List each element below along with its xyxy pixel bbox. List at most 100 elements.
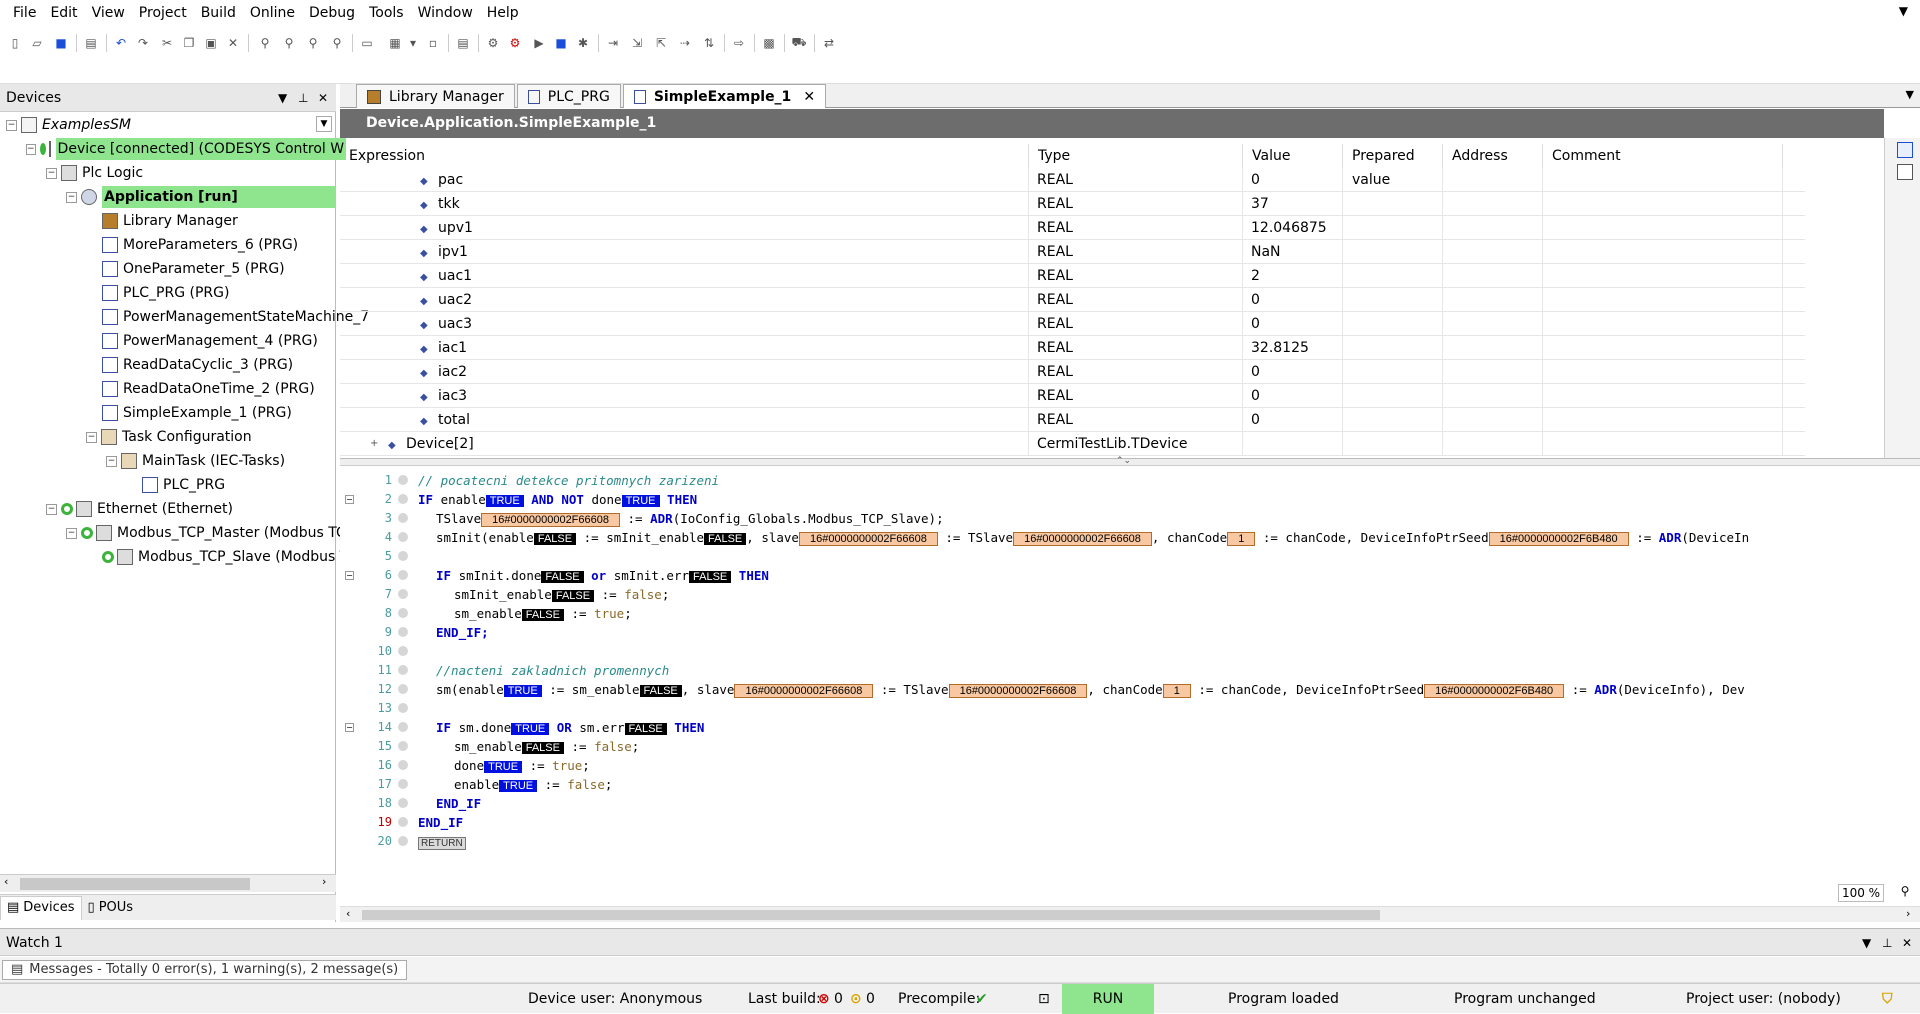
code-line[interactable]: sm_enable FALSE := true; [454,604,632,623]
collapse-icon[interactable]: − [46,167,57,179]
cart-icon[interactable]: ⛟ [790,34,808,52]
find-icon[interactable]: ⚲ [256,34,274,52]
table-row[interactable]: ◆ iac2 REAL 0 [340,360,1805,384]
menu-debug[interactable]: Debug [302,0,362,26]
collapse-icon[interactable]: − [66,527,77,539]
online-value-badge[interactable]: TRUE [511,723,550,735]
error-count[interactable]: 0 [834,984,843,1014]
build-icon[interactable]: ▤ [454,34,472,52]
menu-window[interactable]: Window [411,0,480,26]
close-tab-icon[interactable]: ✕ [803,86,815,108]
breakpoint-marker-icon[interactable] [398,532,408,542]
menu-project[interactable]: Project [132,0,194,26]
prepared-value-cell[interactable] [1343,216,1443,240]
table-row[interactable]: ◆ uac2 REAL 0 [340,288,1805,312]
prepared-value-cell[interactable] [1343,312,1443,336]
menu-build[interactable]: Build [194,0,243,26]
collapse-icon[interactable]: − [26,143,36,155]
menu-edit[interactable]: Edit [43,0,84,26]
col-comment[interactable]: Comment [1543,144,1783,168]
open-folder-icon[interactable]: ▱ [28,34,46,52]
breakpoint-marker-icon[interactable] [398,513,408,523]
scrollbar-thumb[interactable] [20,878,250,890]
tree-item-application[interactable]: − Application [run] [66,186,336,208]
new-file-icon[interactable]: ▯ [6,34,24,52]
scroll-right-icon[interactable]: › [322,875,326,888]
prepared-value-cell[interactable] [1343,432,1443,456]
online-value-badge[interactable]: 16#0000000002F6B480 [1424,684,1565,698]
panel-menu-icon[interactable]: ▼ [1862,929,1871,957]
cut-icon[interactable]: ✂ [158,34,176,52]
tabs-dropdown-icon[interactable]: ▼ [1906,88,1914,101]
tree-item-plc-logic[interactable]: − Plc Logic [46,162,143,184]
table-row[interactable]: ◆ iac1 REAL 32.8125 [340,336,1805,360]
tree-item-modbus-master[interactable]: − Modbus_TCP_Master (Modbus TCP [66,522,354,544]
start-icon[interactable]: ▶ [530,34,548,52]
table-row[interactable]: ◆ upv1 REAL 12.046875 [340,216,1805,240]
online-value-badge[interactable]: 16#0000000002F6B480 [1488,532,1629,546]
breakpoint-marker-icon[interactable] [398,741,408,751]
online-value-badge[interactable]: TRUE [484,761,523,773]
export-icon[interactable]: ▫ [424,34,442,52]
code-editor[interactable]: 1 2−3 4 5 6−7 8 9 10 11 12 13 14−15 16 17 18 19 20 // po… [340,466,1920,906]
force-values-icon[interactable]: ▩ [760,34,778,52]
code-line[interactable]: TSlave 16#0000000002F66608 := ADR(IoConfi… [436,509,944,528]
breakpoint-marker-icon[interactable] [398,798,408,808]
collapse-icon[interactable]: − [106,455,117,467]
scroll-left-icon[interactable]: ‹ [346,907,350,920]
online-value-badge[interactable]: TRUE [485,495,524,507]
replace-icon[interactable]: ⚲ [280,34,298,52]
code-line[interactable]: RETURN [418,832,466,851]
tree-item-pou[interactable]: ReadDataCyclic_3 (PRG) [102,354,293,376]
prepared-value-cell[interactable] [1343,240,1443,264]
code-line[interactable]: enable TRUE := false; [454,775,612,794]
collapse-icon[interactable]: − [66,191,77,203]
new-object-icon[interactable]: ▦ [386,34,404,52]
fold-icon[interactable]: − [345,571,354,580]
prepared-value-cell[interactable] [1343,192,1443,216]
tree-item-pou[interactable]: PLC_PRG (PRG) [102,282,229,304]
redo-icon[interactable]: ↷ [134,34,152,52]
breakpoint-marker-icon[interactable] [398,570,408,580]
online-value-badge[interactable]: FALSE [541,571,584,583]
breakpoint-marker-icon[interactable] [398,722,408,732]
tab-simpleexample[interactable]: SimpleExample_1 ✕ [622,84,827,108]
online-value-badge[interactable]: 1 [1162,684,1191,698]
code-horizontal-scrollbar[interactable]: ‹ › [340,906,1920,922]
menu-view[interactable]: View [85,0,132,26]
table-row[interactable]: ◆ uac3 REAL 0 [340,312,1805,336]
tab-plc-prg[interactable]: PLC_PRG [516,84,621,108]
breakpoint-marker-icon[interactable] [398,608,408,618]
step-over-icon[interactable]: ⇥ [604,34,622,52]
find-next-icon[interactable]: ⚲ [304,34,322,52]
online-value-badge[interactable]: 16#0000000002F66608 [1013,532,1152,546]
code-line[interactable]: sm(enable TRUE := sm_enable FALSE, slave 16… [436,680,1745,699]
prepared-value-cell[interactable] [1343,360,1443,384]
online-value-badge[interactable]: FALSE [521,609,564,621]
scroll-right-icon[interactable]: › [1906,907,1910,920]
online-value-badge[interactable]: FALSE [521,742,564,754]
step-out-icon[interactable]: ⇱ [652,34,670,52]
paste-icon[interactable]: ▣ [202,34,220,52]
code-line[interactable]: smInit_enable FALSE := false; [454,585,669,604]
online-value-badge[interactable]: FALSE [689,571,732,583]
col-address[interactable]: Address [1443,144,1543,168]
online-value-badge[interactable]: 16#0000000002F66608 [798,532,938,546]
online-value-badge[interactable]: 16#0000000002F66608 [948,684,1088,698]
stop-icon[interactable]: ■ [552,34,570,52]
tab-library-manager[interactable]: Library Manager [356,84,515,108]
prepared-value-cell[interactable] [1343,336,1443,360]
breakpoint-marker-icon[interactable] [398,627,408,637]
code-line[interactable]: //nacteni zakladnich promennych [436,661,669,680]
col-prepared-value[interactable]: Prepared value [1343,144,1443,188]
delete-icon[interactable]: ✕ [224,34,242,52]
col-expression[interactable]: Expression [340,144,1029,168]
splitter-arrows-icon[interactable]: ⌃⌄ [1116,456,1131,466]
table-view-icon[interactable] [1897,164,1913,180]
tree-item-ethernet[interactable]: − Ethernet (Ethernet) [46,498,233,520]
editor-splitter[interactable]: ⌃⌄ [340,456,1920,466]
breakpoint-marker-icon[interactable] [398,779,408,789]
breakpoint-marker-icon[interactable] [398,684,408,694]
menu-tools[interactable]: Tools [362,0,411,26]
breakpoint-marker-icon[interactable] [398,665,408,675]
